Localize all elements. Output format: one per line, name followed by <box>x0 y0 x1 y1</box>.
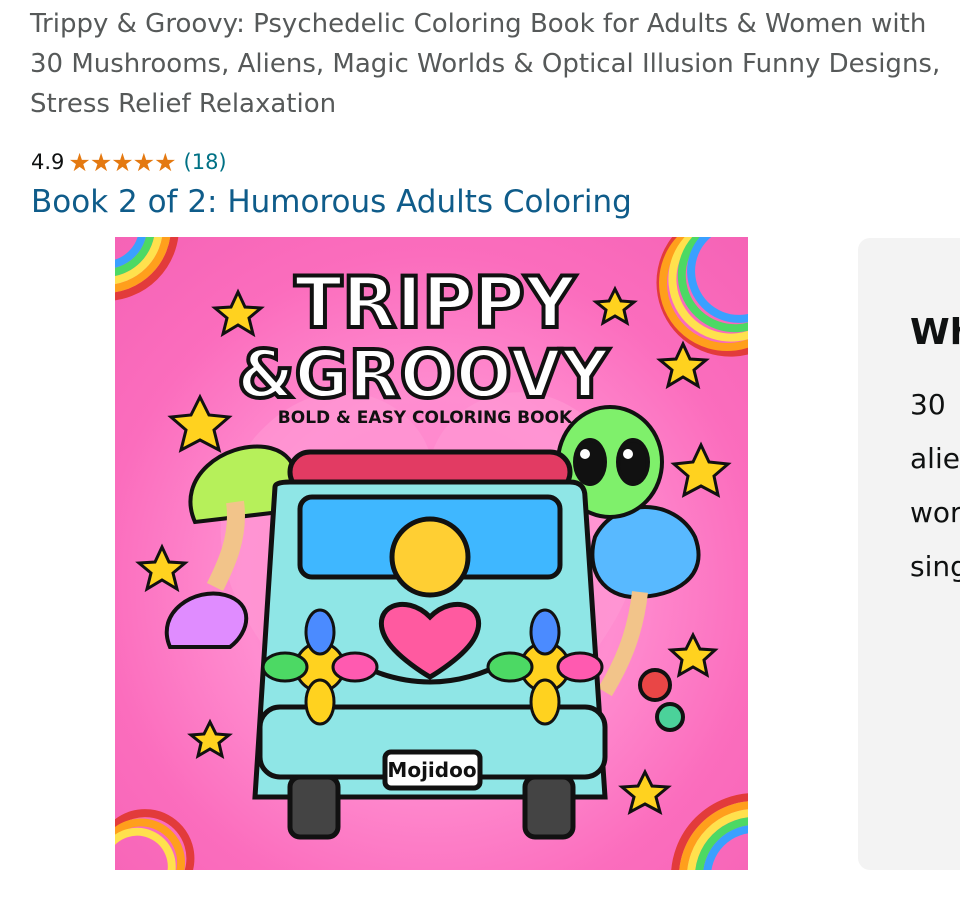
star-rating[interactable]: ★ ★ ★ ★ ★ <box>68 147 176 177</box>
side-panel-heading: Wh <box>910 312 960 353</box>
book-cover-image[interactable]: TRIPPY &GROOVY BOLD & EASY COLORING BOOK… <box>115 237 748 870</box>
star-icon: ★ <box>132 147 155 177</box>
star-icon: ★ <box>68 147 90 177</box>
rainbow-icon <box>115 809 195 870</box>
star-icon: ★ <box>154 147 176 177</box>
star-icon: ★ <box>89 147 112 177</box>
series-link[interactable]: Book 2 of 2: Humorous Adults Coloring <box>31 184 632 220</box>
side-panel-line: wor <box>910 496 960 529</box>
rating-row[interactable]: 4.9 ★ ★ ★ ★ ★ (18) <box>31 146 227 178</box>
rainbow-icon <box>671 793 748 870</box>
side-panel-line: 30 <box>910 388 946 421</box>
cover-title-line2: &GROOVY <box>237 336 610 413</box>
cover-artwork: TRIPPY &GROOVY BOLD & EASY COLORING BOOK… <box>115 237 748 870</box>
license-plate: Mojidoo <box>387 758 476 782</box>
rating-count-link[interactable]: (18) <box>184 150 227 174</box>
rating-value: 4.9 <box>31 150 65 174</box>
rainbow-icon <box>115 237 179 301</box>
side-panel-line: sing <box>910 550 960 583</box>
cover-title-line1: TRIPPY <box>295 262 577 344</box>
side-panel-line: alie <box>910 442 960 475</box>
star-icon: ★ <box>111 147 133 177</box>
rainbow-icon <box>656 237 748 357</box>
product-title: Trippy & Groovy: Psychedelic Coloring Bo… <box>30 9 941 119</box>
cover-subtitle: BOLD & EASY COLORING BOOK <box>278 408 573 428</box>
